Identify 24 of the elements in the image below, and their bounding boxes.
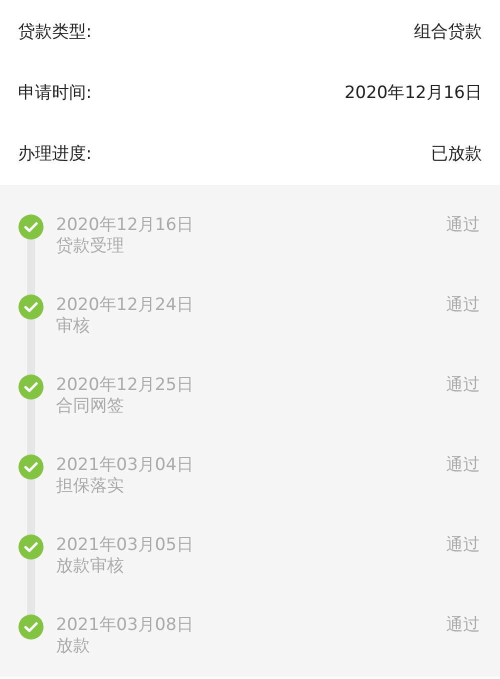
step-name: 担保落实 — [56, 476, 125, 497]
step-date: 2021年03月08日 — [56, 615, 195, 636]
step-name: 放款审核 — [56, 556, 125, 577]
step-name: 审核 — [56, 316, 91, 337]
step-status: 通过 — [446, 295, 480, 316]
step-date: 2021年03月04日 — [56, 455, 195, 476]
step-name: 贷款受理 — [56, 236, 125, 257]
step-status: 通过 — [446, 535, 480, 556]
step-status: 通过 — [446, 375, 480, 396]
step-date: 2021年03月05日 — [56, 535, 195, 556]
step-status: 通过 — [446, 455, 480, 476]
step-name: 放款 — [56, 636, 91, 657]
field-label: 贷款类型: — [18, 20, 92, 44]
field-label: 申请时间: — [18, 82, 92, 105]
step-date: 2020年12月25日 — [56, 375, 195, 396]
field-value: 已放款 — [431, 142, 482, 166]
step-date: 2020年12月16日 — [56, 215, 195, 236]
step-status: 通过 — [446, 615, 480, 636]
field-value: 2020年12月16日 — [344, 82, 482, 105]
field-label: 办理进度: — [18, 142, 92, 166]
step-name: 合同网签 — [56, 396, 125, 417]
step-status: 通过 — [446, 215, 480, 236]
field-value: 组合贷款 — [414, 20, 482, 44]
step-date: 2020年12月24日 — [56, 295, 195, 316]
